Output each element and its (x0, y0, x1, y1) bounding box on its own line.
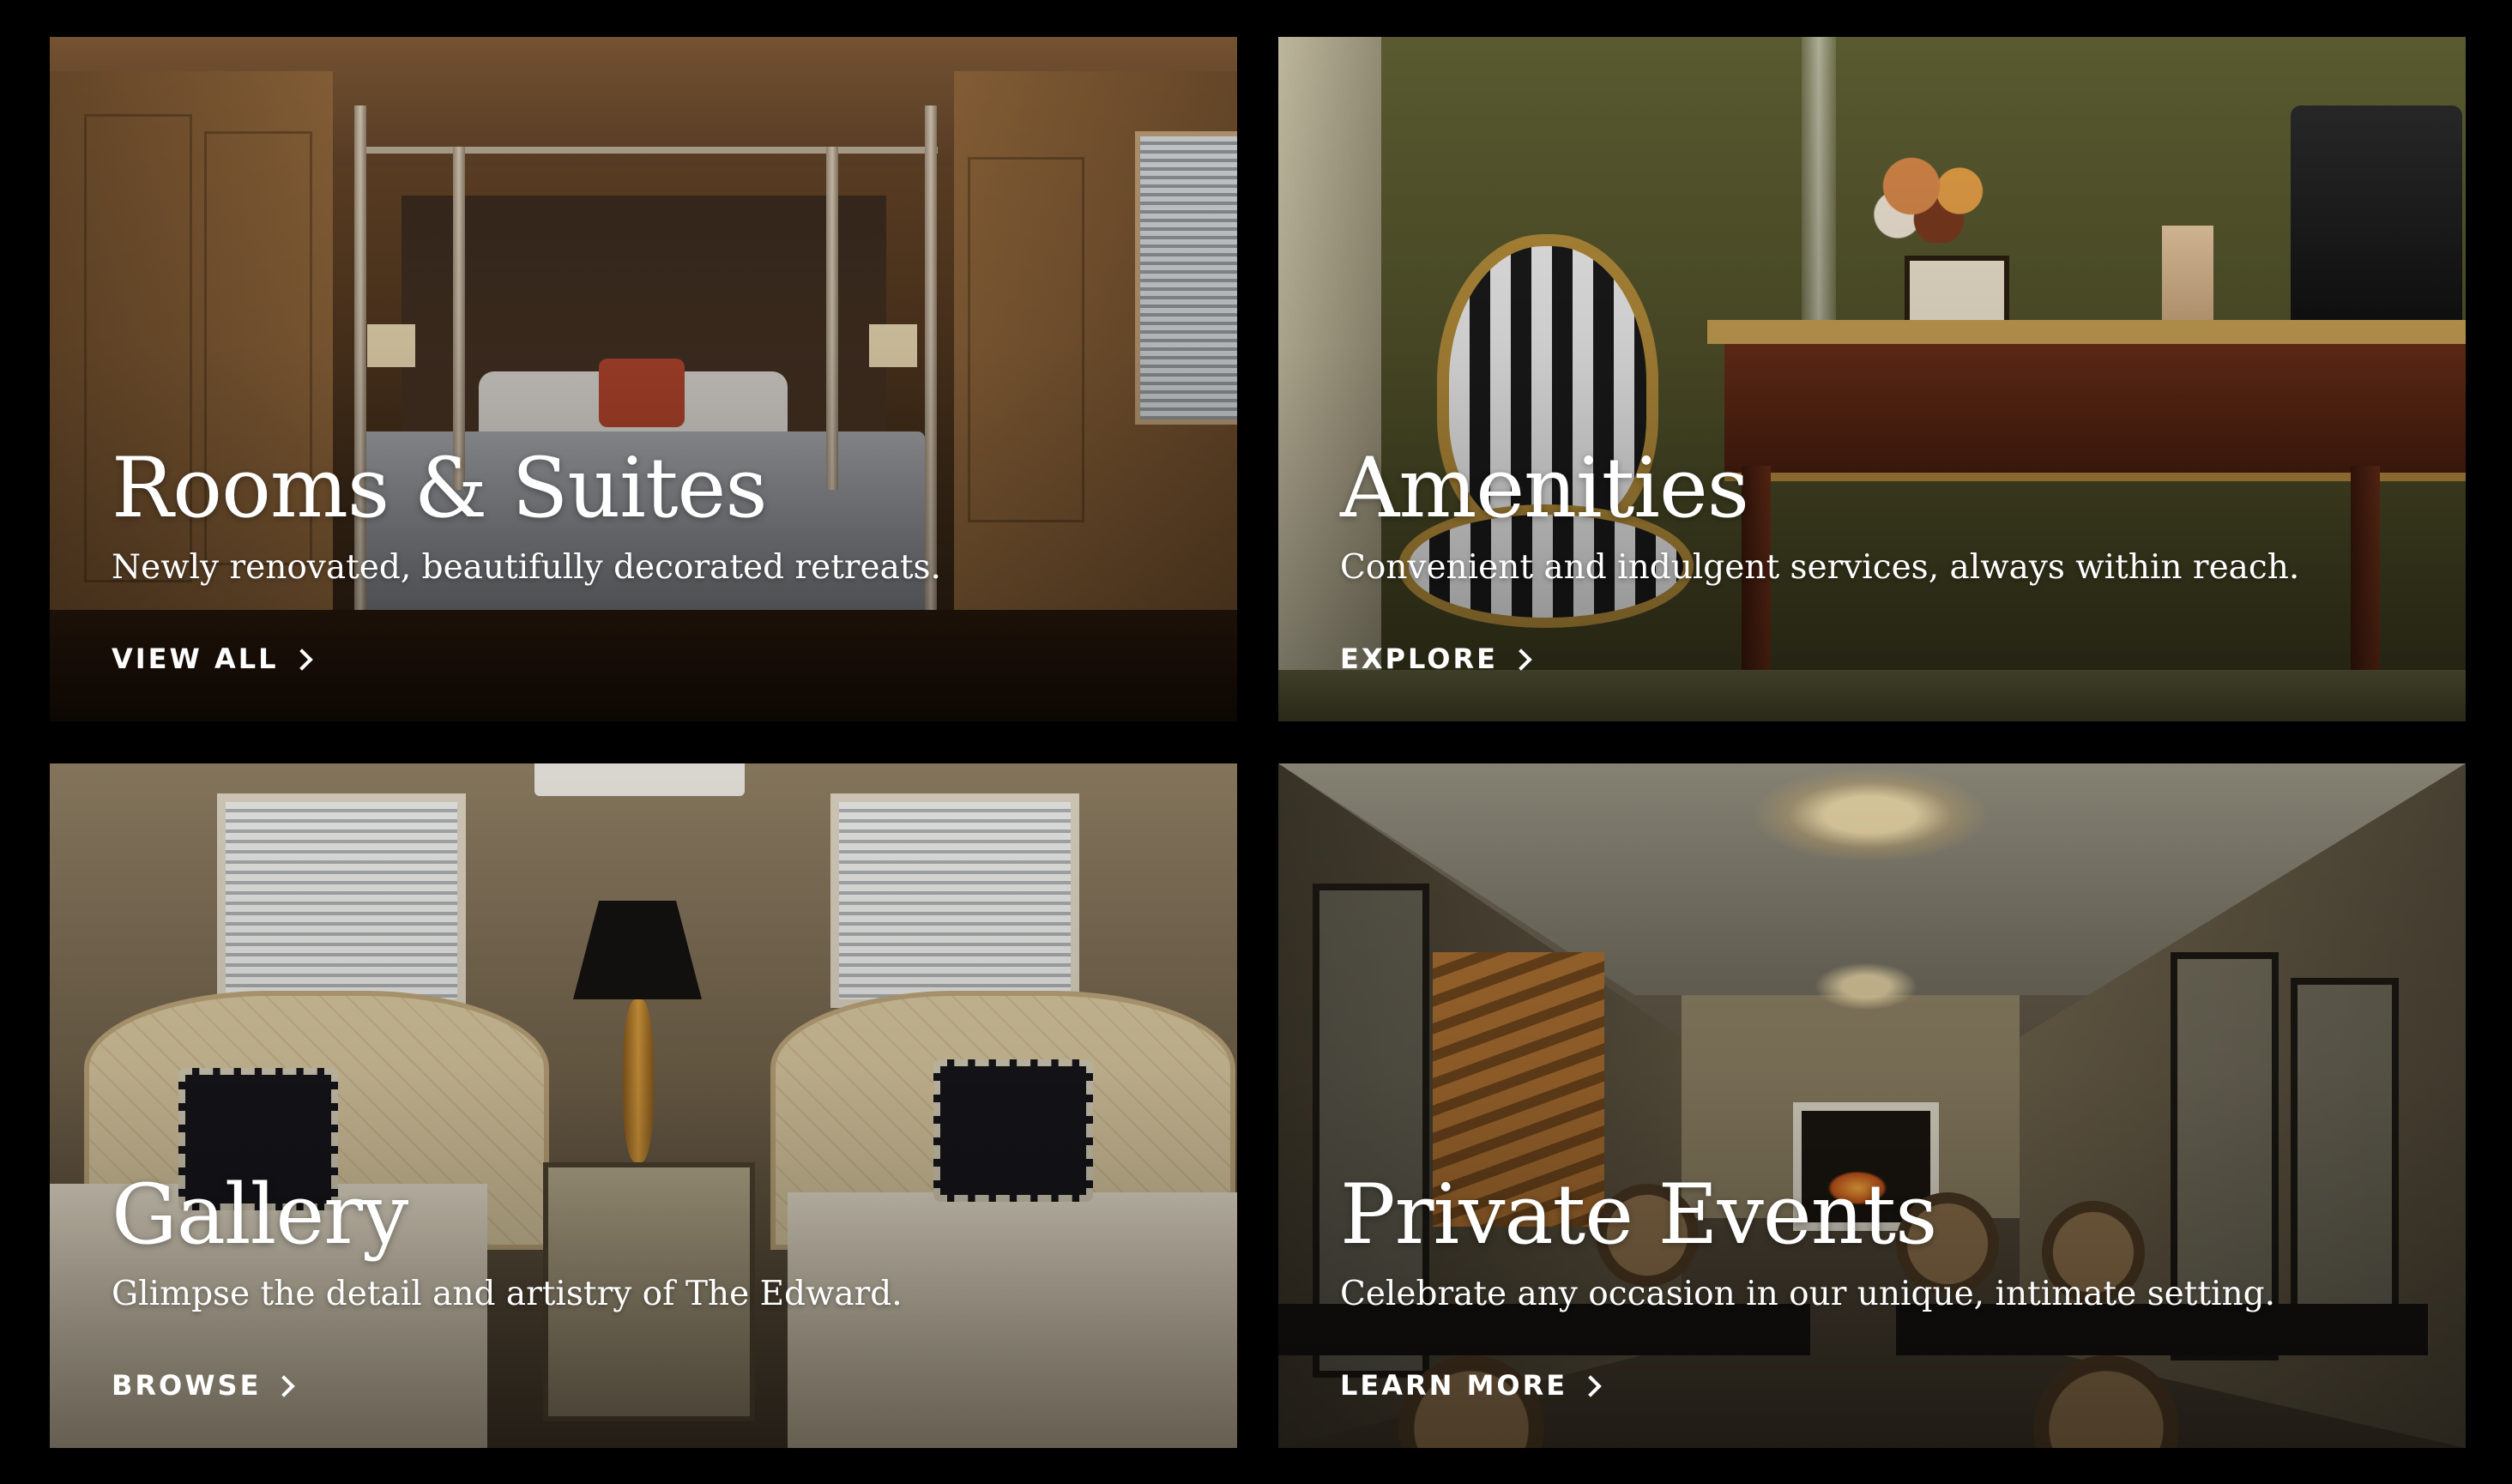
card-subtitle: Celebrate any occasion in our unique, in… (1340, 1275, 2275, 1313)
card-title: Amenities (1340, 440, 1749, 536)
cta-label: LEARN MORE (1340, 1369, 1568, 1402)
cta-label: VIEW ALL (112, 642, 279, 675)
card-subtitle: Newly renovated, beautifully decorated r… (112, 548, 941, 587)
chevron-right-icon (273, 1375, 296, 1397)
card-subtitle: Convenient and indulgent services, alway… (1340, 548, 2300, 587)
card-title: Gallery (112, 1167, 408, 1263)
cta-label: EXPLORE (1340, 642, 1498, 675)
card-subtitle: Glimpse the detail and artistry of The E… (112, 1275, 903, 1313)
card-title: Rooms & Suites (112, 440, 768, 536)
explore-link[interactable]: EXPLORE (1340, 642, 1532, 675)
card-gallery[interactable]: Gallery Glimpse the detail and artistry … (50, 763, 1237, 1448)
feature-card-grid: Rooms & Suites Newly renovated, beautifu… (0, 0, 2512, 1484)
card-amenities[interactable]: Amenities Convenient and indulgent servi… (1278, 37, 2466, 721)
chevron-right-icon (1510, 648, 1532, 671)
view-all-link[interactable]: VIEW ALL (112, 642, 313, 675)
card-private-events[interactable]: Private Events Celebrate any occasion in… (1278, 763, 2466, 1448)
learn-more-link[interactable]: LEARN MORE (1340, 1369, 1602, 1402)
cta-label: BROWSE (112, 1369, 262, 1402)
card-title: Private Events (1340, 1167, 1937, 1263)
chevron-right-icon (290, 648, 313, 671)
card-rooms-suites[interactable]: Rooms & Suites Newly renovated, beautifu… (50, 37, 1237, 721)
browse-link[interactable]: BROWSE (112, 1369, 296, 1402)
chevron-right-icon (1579, 1375, 1602, 1397)
